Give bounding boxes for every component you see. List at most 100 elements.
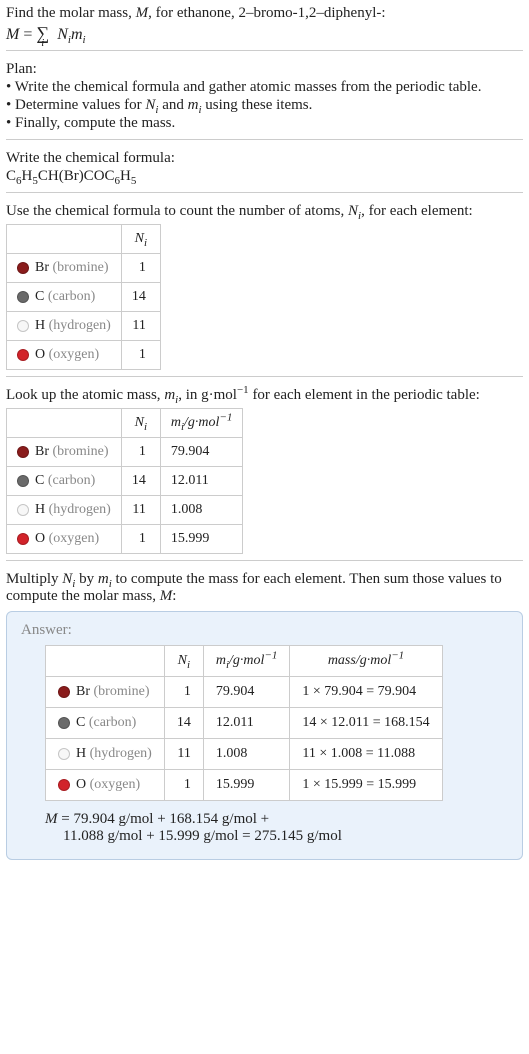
answer-table: Ni mi/g·mol−1 mass/g·mol−1 Br (bromine) … <box>45 645 443 801</box>
table-row: Br (bromine) 1 79.904 <box>7 438 243 467</box>
table-header-row: Ni mi/g·mol−1 <box>7 409 243 438</box>
o-dot-icon <box>17 349 29 361</box>
col-m: mi/g·mol−1 <box>203 646 290 677</box>
el-cell: O (oxygen) <box>7 341 122 370</box>
m-cell: 1.008 <box>203 739 290 770</box>
c-dot-icon <box>17 291 29 303</box>
intro-formula: M = ∑i Nimi <box>6 23 523 44</box>
plan-heading: Plan: <box>6 61 523 78</box>
count-table: Ni Br (bromine) 1 C (carbon) 14 H (hydro… <box>6 224 161 370</box>
calc-cell: 11 × 1.008 = 11.088 <box>290 739 442 770</box>
el-name: (bromine) <box>53 260 109 275</box>
el-cell: C (carbon) <box>7 283 122 312</box>
el-name: (carbon) <box>48 289 95 304</box>
table-header-row: Ni mi/g·mol−1 mass/g·mol−1 <box>46 646 443 677</box>
n-cell: 14 <box>164 708 203 739</box>
el-cell: C (carbon) <box>46 708 165 739</box>
table-row: C (carbon) 14 <box>7 283 161 312</box>
n-cell: 11 <box>121 496 160 525</box>
br-dot-icon <box>17 262 29 274</box>
table-row: C (carbon) 14 12.011 14 × 12.011 = 168.1… <box>46 708 443 739</box>
br-dot-icon <box>17 446 29 458</box>
answer-sum-line1: M = 79.904 g/mol + 168.154 g/mol + <box>45 811 508 828</box>
el-cell: C (carbon) <box>7 467 122 496</box>
m-cell: 1.008 <box>160 496 243 525</box>
n-cell: 11 <box>121 312 160 341</box>
answer-sum: M = 79.904 g/mol + 168.154 g/mol + 11.08… <box>45 811 508 845</box>
h-dot-icon <box>17 320 29 332</box>
col-empty <box>7 409 122 438</box>
intro-section: Find the molar mass, M, for ethanone, 2–… <box>6 5 523 51</box>
n-cell: 1 <box>164 770 203 801</box>
answer-box: Answer: Ni mi/g·mol−1 mass/g·mol−1 Br (b… <box>6 611 523 860</box>
plan-b3: • Finally, compute the mass. <box>6 115 523 132</box>
n-cell: 14 <box>121 467 160 496</box>
col-mass: mass/g·mol−1 <box>290 646 442 677</box>
plan-b2: • Determine values for Ni and mi using t… <box>6 97 523 114</box>
col-empty <box>7 225 122 254</box>
chem-formula: C6H5CH(Br)COC6H5 <box>6 168 523 185</box>
chem-section: Write the chemical formula: C6H5CH(Br)CO… <box>6 150 523 193</box>
table-row: O (oxygen) 1 15.999 <box>7 525 243 554</box>
el-cell: H (hydrogen) <box>7 496 122 525</box>
el-cell: Br (bromine) <box>7 438 122 467</box>
answer-section: Multiply Ni by mi to compute the mass fo… <box>6 571 523 860</box>
n-cell: 1 <box>121 525 160 554</box>
count-heading: Use the chemical formula to count the nu… <box>6 203 523 220</box>
col-n: Ni <box>121 225 160 254</box>
n-cell: 14 <box>121 283 160 312</box>
intro-line: Find the molar mass, M, for ethanone, 2–… <box>6 5 523 22</box>
h-dot-icon <box>58 748 70 760</box>
h-dot-icon <box>17 504 29 516</box>
el-name: (oxygen) <box>49 347 100 362</box>
n-cell: 1 <box>121 438 160 467</box>
m-cell: 15.999 <box>160 525 243 554</box>
n-cell: 1 <box>164 677 203 708</box>
calc-cell: 1 × 15.999 = 15.999 <box>290 770 442 801</box>
el-cell: O (oxygen) <box>46 770 165 801</box>
answer-sum-line2: 11.088 g/mol + 15.999 g/mol = 275.145 g/… <box>63 828 508 845</box>
c-dot-icon <box>58 717 70 729</box>
chem-heading: Write the chemical formula: <box>6 150 523 167</box>
n-cell: 1 <box>121 341 160 370</box>
o-dot-icon <box>17 533 29 545</box>
m-cell: 79.904 <box>203 677 290 708</box>
table-row: O (oxygen) 1 <box>7 341 161 370</box>
el-cell: Br (bromine) <box>7 254 122 283</box>
o-dot-icon <box>58 779 70 791</box>
col-n: Ni <box>164 646 203 677</box>
table-row: Br (bromine) 1 <box>7 254 161 283</box>
answer-label: Answer: <box>21 622 508 639</box>
multiply-heading: Multiply Ni by mi to compute the mass fo… <box>6 571 523 605</box>
br-dot-icon <box>58 686 70 698</box>
el-cell: H (hydrogen) <box>46 739 165 770</box>
m-cell: 79.904 <box>160 438 243 467</box>
table-header-row: Ni <box>7 225 161 254</box>
col-n: Ni <box>121 409 160 438</box>
col-m: mi/g·mol−1 <box>160 409 243 438</box>
mass-heading: Look up the atomic mass, mi, in g·mol−1 … <box>6 387 523 404</box>
table-row: H (hydrogen) 11 <box>7 312 161 341</box>
table-row: C (carbon) 14 12.011 <box>7 467 243 496</box>
mass-section: Look up the atomic mass, mi, in g·mol−1 … <box>6 387 523 561</box>
calc-cell: 14 × 12.011 = 168.154 <box>290 708 442 739</box>
el-cell: Br (bromine) <box>46 677 165 708</box>
table-row: Br (bromine) 1 79.904 1 × 79.904 = 79.90… <box>46 677 443 708</box>
c-dot-icon <box>17 475 29 487</box>
m-cell: 12.011 <box>160 467 243 496</box>
m-cell: 15.999 <box>203 770 290 801</box>
table-row: H (hydrogen) 11 1.008 <box>7 496 243 525</box>
mass-table: Ni mi/g·mol−1 Br (bromine) 1 79.904 C (c… <box>6 408 243 554</box>
table-row: H (hydrogen) 11 1.008 11 × 1.008 = 11.08… <box>46 739 443 770</box>
plan-b1: • Write the chemical formula and gather … <box>6 79 523 96</box>
plan-section: Plan: • Write the chemical formula and g… <box>6 61 523 140</box>
m-cell: 12.011 <box>203 708 290 739</box>
table-row: O (oxygen) 1 15.999 1 × 15.999 = 15.999 <box>46 770 443 801</box>
calc-cell: 1 × 79.904 = 79.904 <box>290 677 442 708</box>
el-name: (hydrogen) <box>49 318 111 333</box>
col-empty <box>46 646 165 677</box>
el-cell: H (hydrogen) <box>7 312 122 341</box>
el-cell: O (oxygen) <box>7 525 122 554</box>
n-cell: 11 <box>164 739 203 770</box>
count-section: Use the chemical formula to count the nu… <box>6 203 523 377</box>
